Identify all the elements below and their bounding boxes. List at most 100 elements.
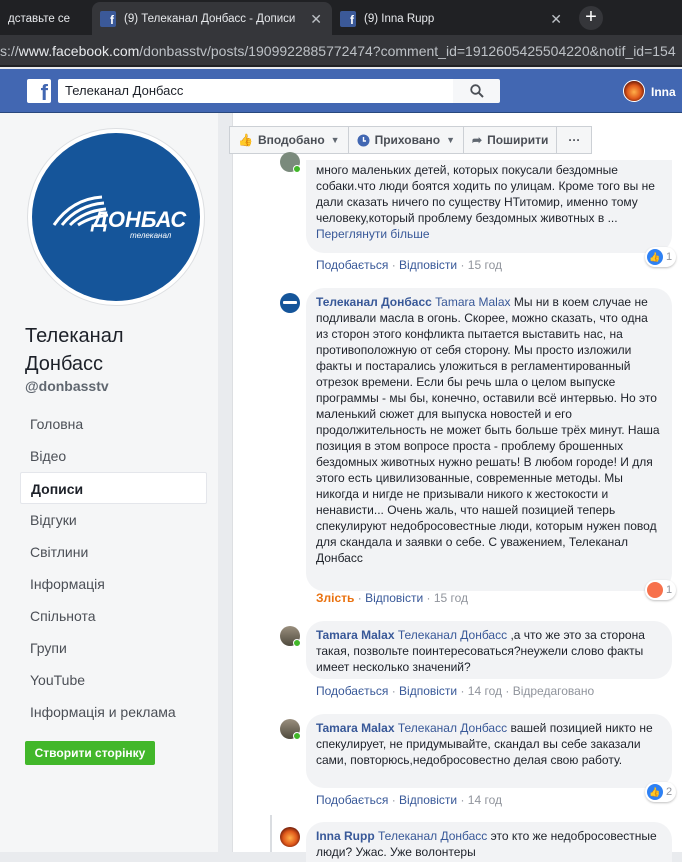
like-link[interactable]: Подобається	[316, 684, 388, 698]
like-link[interactable]: Подобається	[316, 793, 388, 807]
reaction-number: 2	[666, 786, 673, 798]
liked-label: Вподобано	[257, 133, 325, 147]
comment-time[interactable]: 14 год	[468, 684, 502, 698]
hidden-label: Приховано	[374, 133, 441, 147]
donbas-logo: ДОНБАС телеканал	[32, 133, 200, 301]
share-arrow-icon: ➦	[472, 133, 483, 147]
tab-title: дставьте се	[8, 12, 71, 25]
page-handle[interactable]: @donbasstv	[25, 378, 109, 394]
nav-item-youtube[interactable]: YouTube	[20, 664, 207, 696]
nav-item-community[interactable]: Спільнота	[20, 600, 207, 632]
comment-author[interactable]: Tamara Malax	[316, 628, 395, 642]
share-button[interactable]: ➦ Поширити	[463, 126, 558, 154]
angry-reaction-icon	[647, 582, 663, 598]
facebook-logo-icon[interactable]: f	[27, 79, 51, 103]
browser-tab-active[interactable]: f (9) Телеканал Донбасс - Дописи ✕	[92, 2, 332, 35]
browser-tab-bar: дставьте се f (9) Телеканал Донбасс - До…	[0, 0, 682, 35]
logo-text: ДОНБАС	[92, 207, 187, 232]
url-path: /donbasstv/posts/1909922885772474?commen…	[139, 43, 676, 59]
comment-time[interactable]: 14 год	[468, 793, 502, 807]
see-more-link[interactable]: Переглянути більше	[316, 227, 430, 241]
comment-time[interactable]: 15 год	[468, 258, 502, 272]
comment-avatar[interactable]	[280, 827, 300, 847]
reaction-number: 1	[666, 251, 673, 263]
page-action-bar: 👍 Вподобано ▼ Приховано ▼ ➦ Поширити ···	[229, 126, 593, 154]
facebook-header: f Телеканал Донбасс	[0, 69, 682, 113]
reply-link[interactable]: Відповісти	[365, 591, 423, 605]
close-tab-icon[interactable]: ✕	[550, 11, 562, 28]
nav-item-info[interactable]: Інформація	[20, 568, 207, 600]
online-indicator	[293, 732, 301, 740]
tab-title: (9) Телеканал Донбасс - Дописи	[124, 12, 296, 25]
liked-button[interactable]: 👍 Вподобано ▼	[229, 126, 349, 154]
page-title[interactable]: Телеканал Донбасс	[25, 322, 205, 378]
hidden-button[interactable]: Приховано ▼	[347, 126, 465, 154]
nav-item-home[interactable]: Головна	[20, 408, 207, 440]
comment-mention[interactable]: Телеканал Донбасс	[378, 829, 487, 843]
nav-item-video[interactable]: Відео	[20, 440, 207, 472]
reaction-number: 1	[666, 584, 673, 596]
nav-item-posts[interactable]: Дописи	[20, 472, 207, 504]
comment-meta: Подобається · Відповісти · 14 год	[316, 793, 503, 807]
nav-item-groups[interactable]: Групи	[20, 632, 207, 664]
user-name-link[interactable]: Inna	[651, 85, 676, 99]
comment-mention[interactable]: Телеканал Донбасс	[398, 628, 507, 642]
url-host: www.facebook.com	[18, 43, 140, 59]
like-reaction-icon: 👍	[647, 784, 663, 800]
comment-author[interactable]: Tamara Malax	[316, 721, 395, 735]
edited-label[interactable]: Відредаговано	[513, 684, 594, 698]
nav-item-info-ads[interactable]: Інформація и реклама	[20, 696, 207, 728]
page-avatar[interactable]	[280, 293, 300, 313]
nav-item-reviews[interactable]: Відгуки	[20, 504, 207, 536]
nav-item-photos[interactable]: Світлини	[20, 536, 207, 568]
comment-meta: Подобається · Відповісти · 14 год · Відр…	[316, 684, 595, 698]
comment-mention[interactable]: Телеканал Донбасс	[398, 721, 507, 735]
online-indicator	[293, 639, 301, 647]
comment-bubble: Tamara Malax Телеканал Донбасс ,а что же…	[306, 621, 672, 679]
comment-bubble: много маленьких детей, которых покусали …	[306, 160, 672, 253]
comment-author[interactable]: Телеканал Донбасс	[316, 295, 432, 309]
comment-time[interactable]: 15 год	[434, 591, 468, 605]
user-avatar[interactable]	[623, 80, 645, 102]
reply-link[interactable]: Відповісти	[399, 684, 457, 698]
search-input[interactable]: Телеканал Донбасс	[58, 79, 453, 103]
search-icon	[469, 84, 484, 98]
search-button[interactable]	[453, 79, 500, 103]
comment-bubble: Tamara Malax Телеканал Донбасс вашей поз…	[306, 714, 672, 788]
comment-bubble: Inna Rupp Телеканал Донбасс это кто же н…	[306, 822, 672, 862]
clock-icon	[357, 134, 370, 146]
angry-reaction-link[interactable]: Злість	[316, 591, 354, 605]
browser-tab[interactable]: дставьте се	[0, 2, 88, 35]
reaction-count[interactable]: 1	[645, 580, 677, 600]
more-button[interactable]: ···	[556, 126, 593, 154]
chevron-down-icon: ▼	[330, 135, 340, 145]
online-indicator	[293, 165, 301, 173]
close-tab-icon[interactable]: ✕	[310, 11, 322, 28]
comment-author[interactable]: Inna Rupp	[316, 829, 375, 843]
comment-mention[interactable]: Tamara Malax	[435, 295, 510, 309]
browser-tab[interactable]: f (9) Inna Rupp ✕	[332, 2, 572, 35]
reaction-count[interactable]: 👍 2	[645, 782, 677, 802]
reaction-count[interactable]: 👍 1	[645, 247, 677, 267]
thumbs-up-icon: 👍	[238, 133, 253, 147]
share-label: Поширити	[487, 133, 549, 147]
comment-bubble: Телеканал Донбасс Tamara Malax Мы ни в к…	[306, 288, 672, 591]
page-nav: Головна Відео Дописи Відгуки Світлини Ін…	[20, 408, 207, 728]
facebook-favicon-icon: f	[340, 10, 356, 27]
reply-link[interactable]: Відповісти	[399, 258, 457, 272]
url-prefix: s://	[0, 43, 19, 59]
chevron-down-icon: ▼	[446, 135, 456, 145]
reply-link[interactable]: Відповісти	[399, 793, 457, 807]
thread-line	[270, 815, 272, 852]
comment-meta: Подобається · Відповісти · 15 год	[316, 258, 503, 272]
page-profile-picture[interactable]: ДОНБАС телеканал	[27, 128, 205, 306]
comment-meta: Злість · Відповісти · 15 год	[316, 591, 469, 605]
like-reaction-icon: 👍	[647, 249, 663, 265]
new-tab-button[interactable]: +	[579, 6, 603, 30]
tab-title: (9) Inna Rupp	[364, 12, 435, 25]
like-link[interactable]: Подобається	[316, 258, 388, 272]
facebook-favicon-icon: f	[100, 10, 116, 27]
create-page-button[interactable]: Створити сторінку	[25, 741, 155, 765]
comment-text: много маленьких детей, которых покусали …	[316, 163, 655, 225]
address-bar[interactable]: s://www.facebook.com/donbasstv/posts/190…	[0, 35, 682, 67]
